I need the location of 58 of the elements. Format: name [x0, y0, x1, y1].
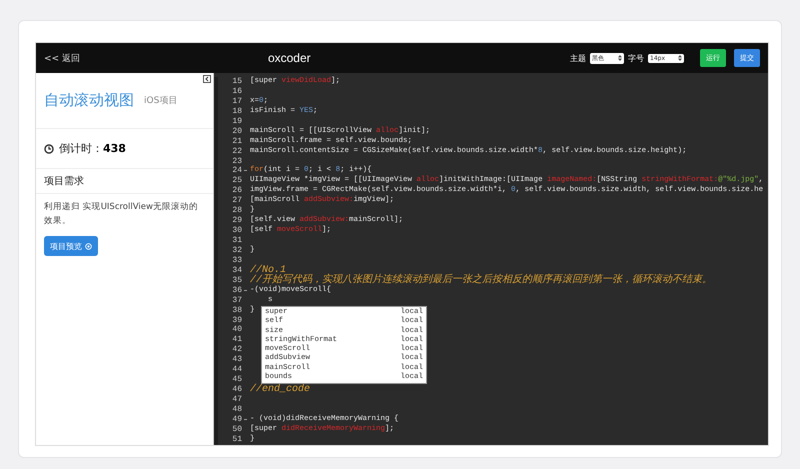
line-number: 36 — [232, 286, 242, 296]
line-number: 29 — [232, 216, 242, 226]
fold-icon[interactable] — [244, 170, 247, 172]
line-number: 33 — [232, 256, 242, 266]
requirements-text: 利用递归 实现UIScrollView无限滚动的效果。 — [44, 201, 199, 228]
requirements-heading: 项目需求 — [36, 169, 213, 194]
line-number: 18 — [232, 106, 242, 117]
line-number: 28 — [232, 206, 242, 216]
line-number: 49 — [232, 414, 242, 425]
theme-label: 主题 — [570, 52, 586, 64]
back-link[interactable]: << 返回 — [44, 52, 80, 64]
line-number: 35 — [232, 276, 242, 286]
line-number: 50 — [232, 424, 242, 435]
line-number: 20 — [232, 126, 242, 137]
line-number: 16 — [232, 86, 242, 97]
line-number: 27 — [232, 196, 242, 206]
line-number: 46 — [232, 385, 242, 396]
fold-icon[interactable] — [244, 418, 247, 421]
line-number: 22 — [232, 146, 242, 157]
countdown-label: 倒计时： — [59, 141, 103, 156]
line-number: 34 — [232, 266, 242, 276]
line-number: 37 — [232, 296, 242, 306]
line-number: 45 — [232, 375, 242, 386]
countdown-value: 438 — [103, 142, 126, 155]
preview-button[interactable]: 项目预览 — [44, 236, 98, 256]
app-title: oxcoder — [268, 51, 311, 65]
code-editor[interactable] — [214, 73, 768, 445]
line-number: 32 — [232, 246, 242, 256]
line-number: 31 — [232, 236, 242, 246]
line-number: 15 — [232, 77, 242, 87]
fold-icon[interactable] — [244, 290, 247, 292]
line-number: 39 — [232, 316, 242, 326]
line-number: 23 — [232, 156, 242, 166]
code-comment: //end_code — [250, 384, 310, 396]
project-title: 自动滚动视图 — [44, 91, 134, 110]
clock-icon — [44, 144, 54, 154]
line-number: 24 — [232, 166, 242, 176]
line-number: 26 — [232, 186, 242, 196]
line-number: 48 — [232, 404, 242, 415]
line-number: 51 — [232, 434, 242, 445]
collapse-icon[interactable] — [203, 75, 211, 83]
code-comment: //开始写代码，实现八张图片连续滚动到最后一张之后按相反的顺序再滚回到第一张，循环滚动不结束。 — [250, 274, 712, 286]
project-tag: iOS项目 — [144, 94, 178, 107]
line-number: 19 — [232, 116, 242, 127]
stepper-icon — [678, 55, 682, 61]
line-number: 43 — [232, 355, 242, 366]
stepper-icon — [618, 55, 622, 61]
line-number: 47 — [232, 395, 242, 405]
line-number: 38 — [232, 306, 242, 316]
line-number: 30 — [232, 226, 242, 236]
line-number: 21 — [232, 136, 242, 147]
line-number: 42 — [232, 345, 242, 356]
line-number: 44 — [232, 365, 242, 376]
line-number: 41 — [232, 335, 242, 346]
line-number: 25 — [232, 176, 242, 186]
font-size-label: 字号 — [628, 52, 644, 64]
line-number: 40 — [232, 325, 242, 336]
line-number: 17 — [232, 96, 242, 107]
